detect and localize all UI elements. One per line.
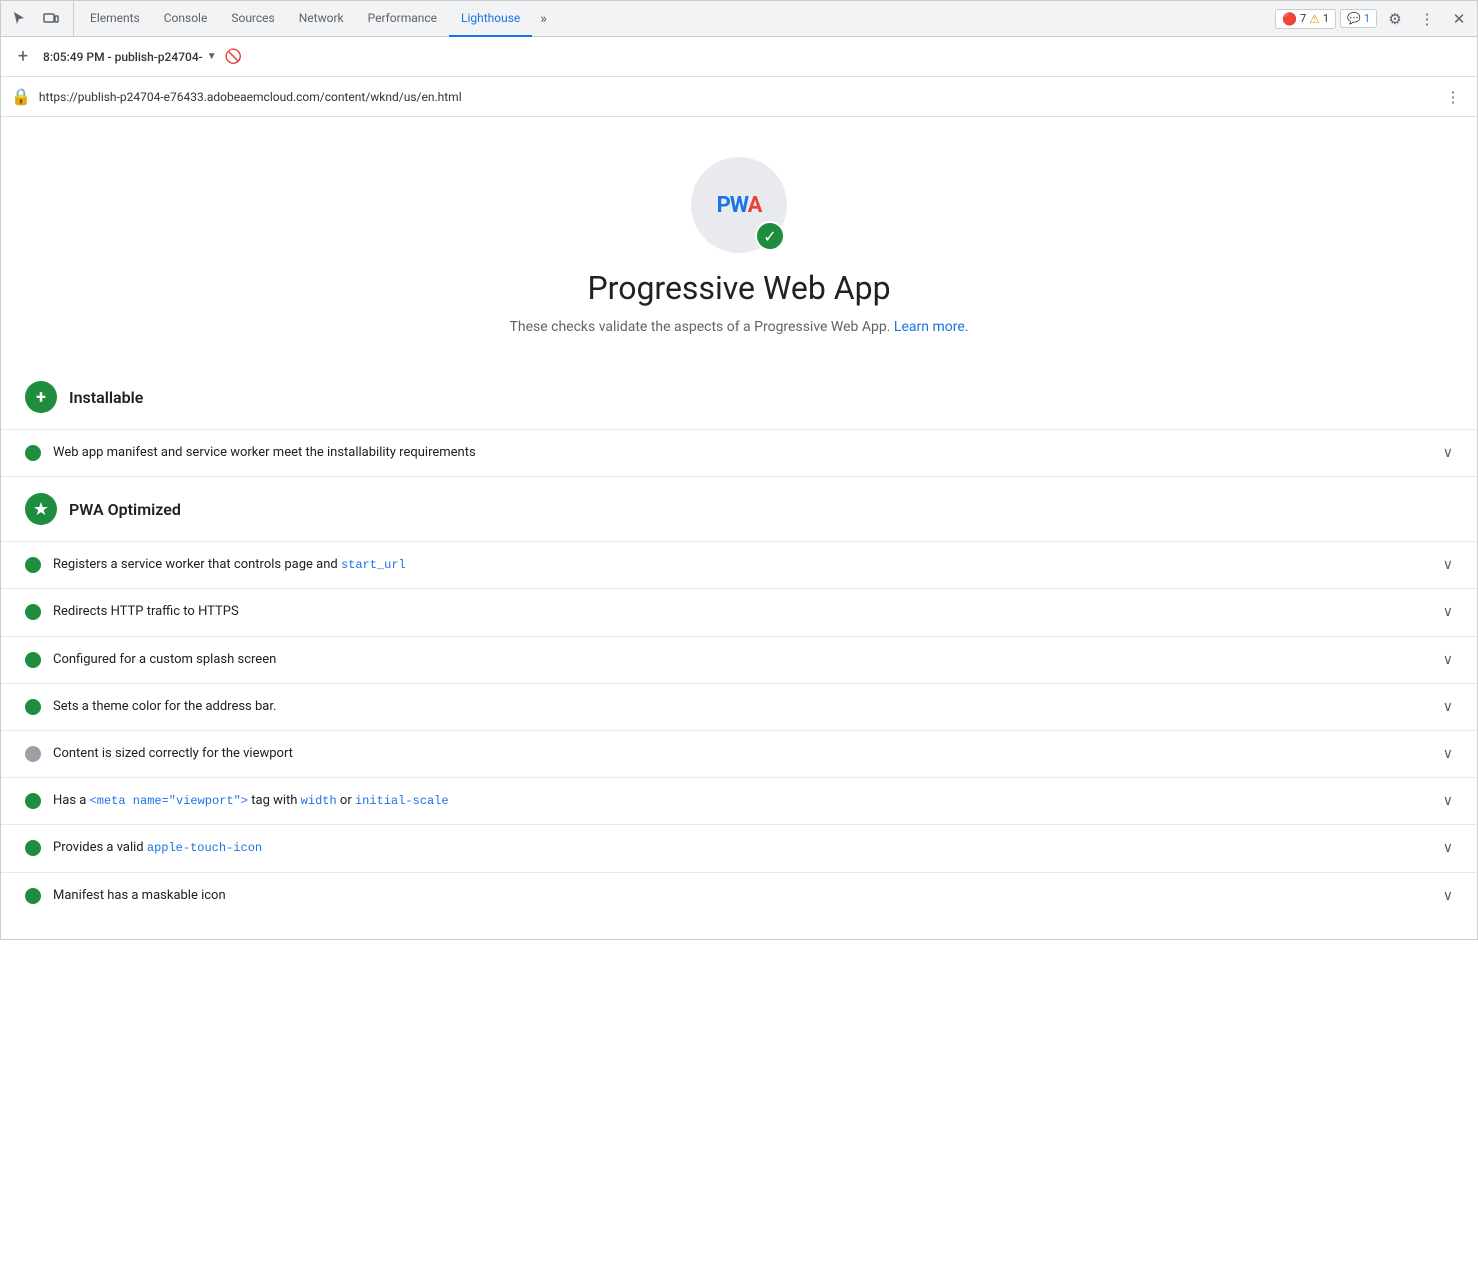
pwa-title: Progressive Web App xyxy=(587,269,890,307)
audit-chevron-icon: ∨ xyxy=(1443,793,1453,809)
audit-item-theme-color[interactable]: Sets a theme color for the address bar. … xyxy=(1,683,1477,730)
tab-network[interactable]: Network xyxy=(287,1,356,37)
close-icon: ✕ xyxy=(1453,10,1466,28)
url-display: https://publish-p24704-e76433.adobeaemcl… xyxy=(39,90,1431,104)
audit-item-apple-touch-icon[interactable]: Provides a valid apple-touch-icon ∨ xyxy=(1,824,1477,871)
gear-icon: ⚙ xyxy=(1388,10,1401,28)
session-bar: + 8:05:49 PM - publish-p24704- ▼ 🚫 xyxy=(1,37,1477,77)
audit-chevron-icon: ∨ xyxy=(1443,888,1453,904)
error-warning-badge[interactable]: 🔴 7 ⚠ 1 xyxy=(1275,9,1336,29)
add-session-button[interactable]: + xyxy=(11,46,35,67)
tab-elements[interactable]: Elements xyxy=(78,1,152,37)
audit-item-manifest[interactable]: Web app manifest and service worker meet… xyxy=(1,429,1477,476)
installable-title: Installable xyxy=(69,388,143,407)
audit-status-dot xyxy=(25,604,41,620)
url-more-button[interactable]: ⋮ xyxy=(1439,83,1467,111)
url-more-icon: ⋮ xyxy=(1446,88,1461,106)
apple-touch-icon-code: apple-touch-icon xyxy=(147,841,262,855)
width-code: width xyxy=(301,794,337,808)
audit-text-viewport-size: Content is sized correctly for the viewp… xyxy=(53,745,1431,763)
message-icon: 💬 xyxy=(1347,12,1361,25)
audit-status-dot xyxy=(25,746,41,762)
initial-scale-code: initial-scale xyxy=(355,794,449,808)
pwa-check-icon: ✓ xyxy=(755,221,785,251)
session-time: 8:05:49 PM - publish-p24704- ▼ xyxy=(43,50,217,64)
audit-text-meta-viewport: Has a <meta name="viewport"> tag with wi… xyxy=(53,792,1431,810)
tab-performance[interactable]: Performance xyxy=(356,1,449,37)
security-icon: 🔒 xyxy=(11,87,31,106)
audit-item-viewport-size[interactable]: Content is sized correctly for the viewp… xyxy=(1,730,1477,777)
installable-icon: + xyxy=(25,381,57,413)
device-toggle-icon[interactable] xyxy=(37,5,65,33)
url-bar: 🔒 https://publish-p24704-e76433.adobeaem… xyxy=(1,77,1477,117)
message-badge[interactable]: 💬 1 xyxy=(1340,9,1377,28)
audit-item-https[interactable]: Redirects HTTP traffic to HTTPS ∨ xyxy=(1,588,1477,635)
close-button[interactable]: ✕ xyxy=(1445,5,1473,33)
audit-status-dot xyxy=(25,793,41,809)
tab-bar-right: 🔴 7 ⚠ 1 💬 1 ⚙ ⋮ ✕ xyxy=(1275,5,1473,33)
devtools-icon-group xyxy=(5,1,74,36)
audit-status-dot xyxy=(25,888,41,904)
start-url-code: start_url xyxy=(341,558,406,572)
audit-status-dot xyxy=(25,699,41,715)
more-tabs-button[interactable]: » xyxy=(532,1,555,37)
error-icon: 🔴 xyxy=(1282,12,1297,26)
pwa-optimized-icon: ★ xyxy=(25,493,57,525)
audit-text-apple-touch-icon: Provides a valid apple-touch-icon xyxy=(53,839,1431,857)
audit-item-splash[interactable]: Configured for a custom splash screen ∨ xyxy=(1,636,1477,683)
tab-console[interactable]: Console xyxy=(152,1,220,37)
audit-item-meta-viewport[interactable]: Has a <meta name="viewport"> tag with wi… xyxy=(1,777,1477,824)
tab-bar: Elements Console Sources Network Perform… xyxy=(1,1,1477,37)
tab-sources[interactable]: Sources xyxy=(219,1,286,37)
audit-status-dot xyxy=(25,557,41,573)
audit-text-service-worker: Registers a service worker that controls… xyxy=(53,556,1431,574)
devtools-window: Elements Console Sources Network Perform… xyxy=(0,0,1478,940)
audit-status-dot xyxy=(25,652,41,668)
meta-viewport-code: <meta name="viewport"> xyxy=(90,794,248,808)
audit-status-dot xyxy=(25,445,41,461)
settings-button[interactable]: ⚙ xyxy=(1381,5,1409,33)
audit-text-manifest: Web app manifest and service worker meet… xyxy=(53,444,1431,462)
more-options-button[interactable]: ⋮ xyxy=(1413,5,1441,33)
audit-text-theme-color: Sets a theme color for the address bar. xyxy=(53,698,1431,716)
audit-chevron-icon: ∨ xyxy=(1443,604,1453,620)
pwa-header: PWA ✓ Progressive Web App These checks v… xyxy=(1,137,1477,365)
pwa-icon-circle: PWA ✓ xyxy=(691,157,787,253)
audit-text-splash: Configured for a custom splash screen xyxy=(53,651,1431,669)
audit-chevron-icon: ∨ xyxy=(1443,445,1453,461)
audit-item-service-worker[interactable]: Registers a service worker that controls… xyxy=(1,541,1477,588)
vertical-dots-icon: ⋮ xyxy=(1420,10,1435,28)
audit-chevron-icon: ∨ xyxy=(1443,840,1453,856)
no-network-icon: 🚫 xyxy=(225,49,242,65)
audit-text-https: Redirects HTTP traffic to HTTPS xyxy=(53,603,1431,621)
warning-icon: ⚠ xyxy=(1309,12,1320,26)
installable-section-header: + Installable xyxy=(1,365,1477,429)
audit-chevron-icon: ∨ xyxy=(1443,557,1453,573)
audit-chevron-icon: ∨ xyxy=(1443,699,1453,715)
learn-more-link[interactable]: Learn more xyxy=(894,319,965,335)
audit-chevron-icon: ∨ xyxy=(1443,652,1453,668)
audit-item-maskable-icon[interactable]: Manifest has a maskable icon ∨ xyxy=(1,872,1477,919)
audit-chevron-icon: ∨ xyxy=(1443,746,1453,762)
audit-text-maskable-icon: Manifest has a maskable icon xyxy=(53,887,1431,905)
pwa-logo: PWA xyxy=(717,193,762,218)
pwa-optimized-section-header: ★ PWA Optimized xyxy=(1,477,1477,541)
lighthouse-content: PWA ✓ Progressive Web App These checks v… xyxy=(1,117,1477,939)
pwa-optimized-title: PWA Optimized xyxy=(69,500,181,519)
audit-status-dot xyxy=(25,840,41,856)
pwa-subtitle: These checks validate the aspects of a P… xyxy=(510,319,969,335)
cursor-icon[interactable] xyxy=(5,5,33,33)
session-dropdown-arrow[interactable]: ▼ xyxy=(207,51,217,62)
tab-lighthouse[interactable]: Lighthouse xyxy=(449,1,532,37)
